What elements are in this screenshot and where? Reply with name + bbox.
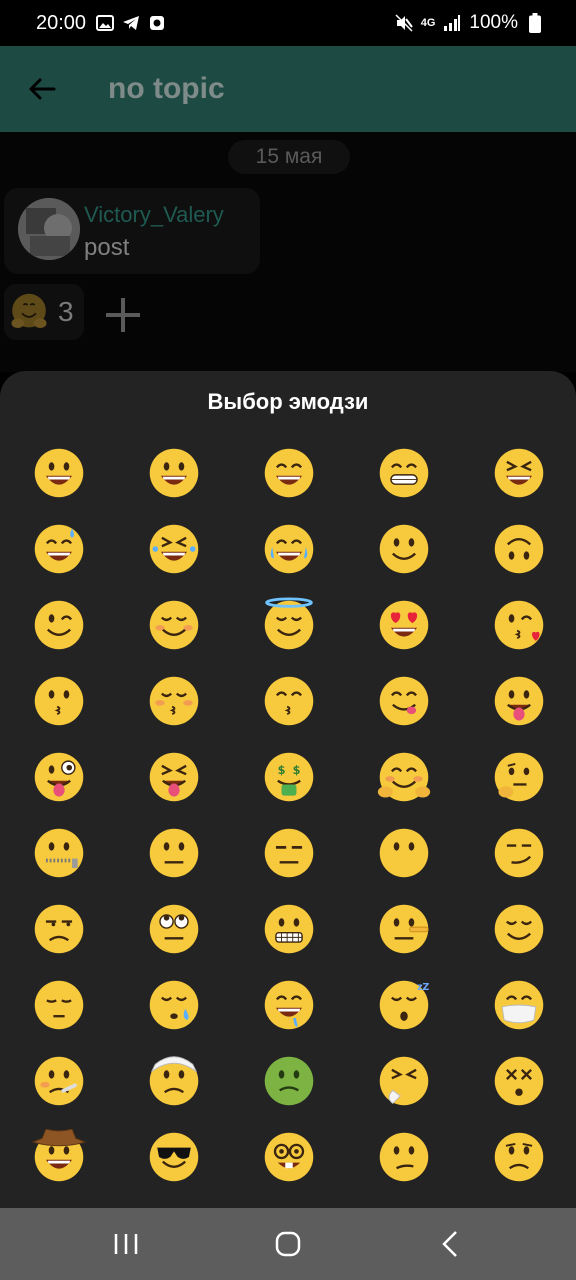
smile-emoji-icon[interactable]: [259, 443, 319, 503]
drooling-emoji-icon[interactable]: [259, 975, 319, 1035]
chat-area: 15 мая Victory_Valery post 3: [0, 132, 576, 372]
laughing-emoji-icon[interactable]: [489, 443, 549, 503]
add-reaction-button[interactable]: [104, 296, 142, 334]
yum-emoji-icon[interactable]: [374, 671, 434, 731]
head-bandage-emoji-icon[interactable]: [144, 1051, 204, 1111]
home-icon: [275, 1231, 301, 1257]
emoji-picker-sheet: Выбор эмодзи $ $ zZ: [0, 371, 576, 1208]
unamused-emoji-icon[interactable]: [29, 899, 89, 959]
confused-emoji-icon[interactable]: [374, 1127, 434, 1187]
message-bubble[interactable]: Victory_Valery post: [4, 188, 260, 274]
upside-down-emoji-icon[interactable]: [489, 519, 549, 579]
heart-eyes-emoji-icon[interactable]: [374, 595, 434, 655]
sleepy-emoji-icon[interactable]: [144, 975, 204, 1035]
status-bar: 20:00 4G 100%: [0, 0, 576, 46]
date-separator: 15 мая: [228, 140, 350, 174]
status-time: 20:00: [36, 11, 87, 34]
grinning-emoji-icon[interactable]: [29, 443, 89, 503]
gallery-notification-icon: [96, 14, 115, 32]
worried-emoji-icon[interactable]: [489, 1127, 549, 1187]
zipper-mouth-emoji-icon[interactable]: [29, 823, 89, 883]
svg-text:zZ: zZ: [417, 982, 429, 993]
camera-notification-icon: [148, 14, 166, 32]
grin-emoji-icon[interactable]: [374, 443, 434, 503]
hugging-emoji-icon: [11, 293, 47, 329]
system-nav-bar: [0, 1208, 576, 1280]
kissing-smiling-eyes-emoji-icon[interactable]: [259, 671, 319, 731]
expressionless-emoji-icon[interactable]: [259, 823, 319, 883]
dizzy-emoji-icon[interactable]: [489, 1051, 549, 1111]
avatar[interactable]: [18, 198, 80, 260]
mute-icon: [395, 14, 413, 32]
rolling-eyes-emoji-icon[interactable]: [144, 899, 204, 959]
blush-emoji-icon[interactable]: [144, 595, 204, 655]
recents-icon: [114, 1234, 138, 1254]
sweat-smile-emoji-icon[interactable]: [29, 519, 89, 579]
stuck-out-tongue-emoji-icon[interactable]: [489, 671, 549, 731]
lying-emoji-icon[interactable]: [374, 899, 434, 959]
mask-emoji-icon[interactable]: [489, 975, 549, 1035]
chat-title: no topic: [108, 72, 225, 105]
neutral-emoji-icon[interactable]: [144, 823, 204, 883]
kissing-emoji-icon[interactable]: [29, 671, 89, 731]
kissing-closed-eyes-emoji-icon[interactable]: [144, 671, 204, 731]
rofl-emoji-icon[interactable]: [144, 519, 204, 579]
recent-apps-button[interactable]: [106, 1226, 146, 1262]
no-mouth-emoji-icon[interactable]: [374, 823, 434, 883]
home-button[interactable]: [268, 1226, 308, 1262]
grimacing-emoji-icon[interactable]: [259, 899, 319, 959]
pensive-emoji-icon[interactable]: [29, 975, 89, 1035]
svg-text:$: $: [293, 764, 301, 777]
message-text: post: [84, 234, 130, 261]
app-bar: no topic: [0, 46, 576, 132]
sleeping-emoji-icon[interactable]: zZ: [374, 975, 434, 1035]
nerd-emoji-icon[interactable]: [259, 1127, 319, 1187]
reaction-count: 3: [58, 296, 74, 327]
picker-title: Выбор эмодзи: [207, 389, 369, 414]
cowboy-emoji-icon[interactable]: [29, 1127, 89, 1187]
slightly-smiling-emoji-icon[interactable]: [374, 519, 434, 579]
network-type: 4G: [420, 17, 436, 29]
reaction-chip[interactable]: 3: [4, 284, 84, 340]
smiley-emoji-icon[interactable]: [144, 443, 204, 503]
telegram-notification-icon: [122, 14, 140, 32]
zany-emoji-icon[interactable]: [29, 747, 89, 807]
chevron-left-icon: [442, 1231, 457, 1257]
joy-emoji-icon[interactable]: [259, 519, 319, 579]
hugging-emoji-icon[interactable]: [374, 747, 434, 807]
thinking-emoji-icon[interactable]: [489, 747, 549, 807]
money-mouth-emoji-icon[interactable]: $ $: [259, 747, 319, 807]
innocent-emoji-icon[interactable]: [259, 595, 319, 655]
battery-percent: 100%: [469, 12, 518, 33]
sunglasses-emoji-icon[interactable]: [144, 1127, 204, 1187]
nauseated-emoji-icon[interactable]: [259, 1051, 319, 1111]
back-button[interactable]: [0, 46, 84, 132]
svg-text:$: $: [278, 764, 286, 777]
relieved-emoji-icon[interactable]: [489, 899, 549, 959]
arrow-left-icon: [29, 78, 56, 100]
wink-emoji-icon[interactable]: [29, 595, 89, 655]
battery-icon: [526, 13, 544, 33]
squinting-tongue-emoji-icon[interactable]: [144, 747, 204, 807]
kissing-heart-emoji-icon[interactable]: [489, 595, 549, 655]
smirk-emoji-icon[interactable]: [489, 823, 549, 883]
message-author[interactable]: Victory_Valery: [84, 202, 224, 228]
thermometer-emoji-icon[interactable]: [29, 1051, 89, 1111]
signal-icon: [443, 14, 461, 32]
sneezing-emoji-icon[interactable]: [374, 1051, 434, 1111]
back-nav-button[interactable]: [430, 1226, 470, 1262]
plus-icon: [106, 298, 140, 332]
